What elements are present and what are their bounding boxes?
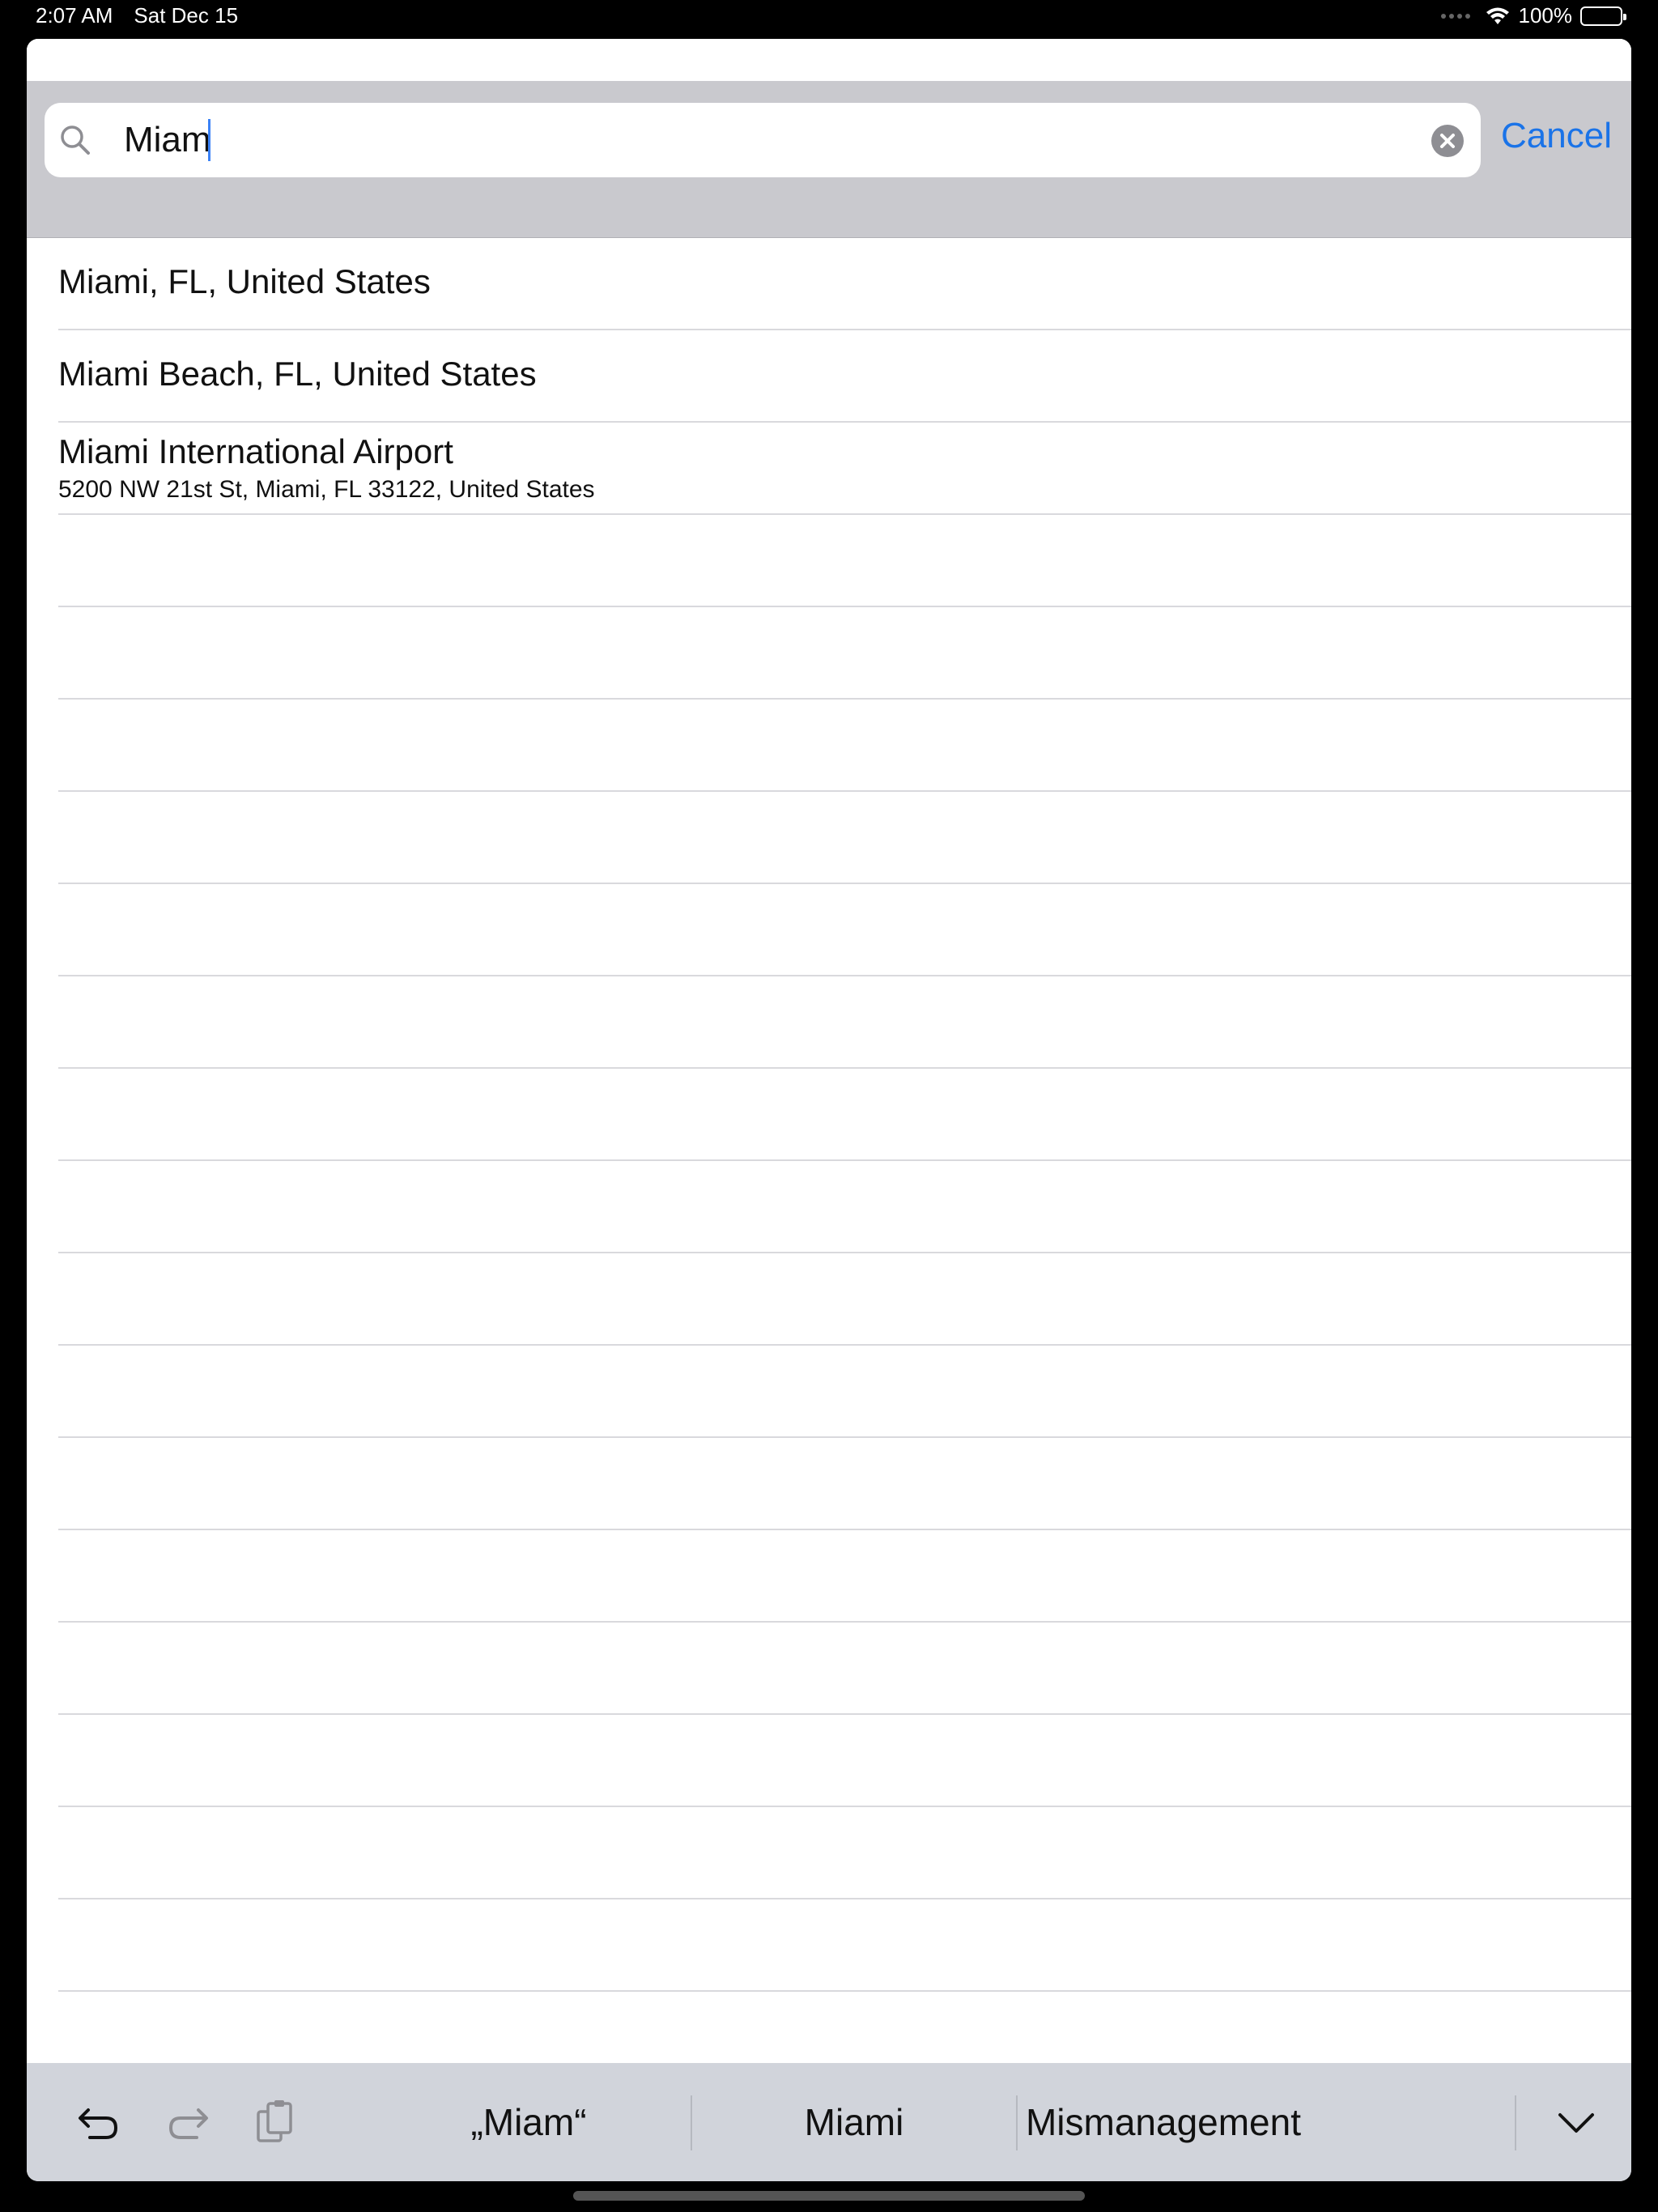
status-time: 2:07 AM [36,3,113,28]
empty-row [58,884,1631,976]
status-right: 100% [1440,3,1626,28]
empty-row [58,976,1631,1069]
undo-icon[interactable] [75,2099,122,2146]
redo-icon[interactable] [164,2099,211,2146]
sheet-header [27,39,1631,81]
result-title: Miami Beach, FL, United States [58,355,537,393]
search-bar: Miam Cancel [27,81,1631,238]
search-sheet: Miam Cancel Miami, FL, United States Mia… [27,39,1631,2181]
keyboard-collapse-icon[interactable] [1554,2100,1599,2146]
search-icon [61,125,90,155]
battery-percent: 100% [1518,3,1573,28]
wifi-icon [1486,7,1509,24]
empty-row [58,1069,1631,1161]
search-input[interactable]: Miam [45,103,1481,177]
empty-row [58,515,1631,607]
empty-row [58,700,1631,792]
signal-icon [1440,13,1470,19]
status-bar: 2:07 AM Sat Dec 15 100% [0,0,1658,37]
suggestion-quoted[interactable]: „Miam“ [367,2099,691,2146]
result-subtitle: 5200 NW 21st St, Miami, FL 33122, United… [58,476,595,503]
battery-icon [1580,6,1626,26]
empty-row [58,1161,1631,1253]
empty-row [58,1438,1631,1530]
result-row[interactable]: Miami Beach, FL, United States [58,330,1631,423]
empty-row [58,1715,1631,1807]
empty-row [58,607,1631,700]
suggestion-alt[interactable]: Mismanagement [1018,2099,1309,2146]
clear-icon[interactable] [1431,124,1465,158]
keyboard-shortcut-bar: „Miam“ Miami Mismanagement [27,2063,1631,2181]
result-title: Miami International Airport [58,432,453,470]
empty-row [58,1253,1631,1346]
result-row[interactable]: Miami International Airport 5200 NW 21st… [58,423,1631,515]
empty-row [58,1807,1631,1899]
empty-row [58,792,1631,884]
cancel-button[interactable]: Cancel [1501,112,1612,160]
empty-row [58,1346,1631,1438]
status-left: 2:07 AM Sat Dec 15 [36,3,238,28]
status-date: Sat Dec 15 [134,3,239,28]
empty-row [58,1530,1631,1623]
empty-row [58,1899,1631,1992]
search-query[interactable]: Miam [124,117,211,163]
results-list: Miami, FL, United States Miami Beach, FL… [27,238,1631,2176]
home-indicator[interactable] [573,2191,1085,2201]
toolbar-divider [1515,2095,1516,2150]
text-cursor [208,119,210,161]
empty-row [58,1623,1631,1715]
result-title: Miami, FL, United States [58,262,431,300]
paste-icon[interactable] [252,2099,299,2146]
result-row[interactable]: Miami, FL, United States [58,238,1631,330]
suggestion-primary[interactable]: Miami [692,2099,1016,2146]
device-screen: 2:07 AM Sat Dec 15 100% Miam Cancel Miam… [0,0,1658,2212]
